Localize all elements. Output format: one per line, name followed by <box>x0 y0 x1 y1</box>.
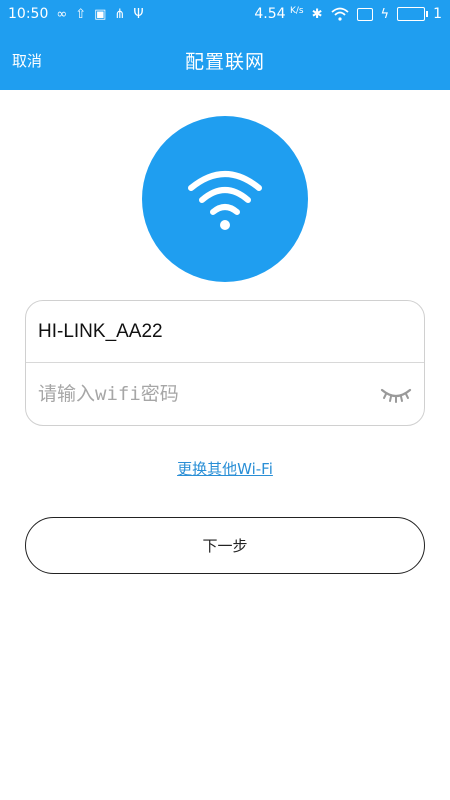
upload-icon: ⇧ <box>75 6 87 22</box>
nav-bar: 取消 配置联网 <box>0 40 450 80</box>
battery-level: 1 <box>433 6 442 22</box>
status-bar-left: 10:50 ∞ ⇧ ▣ ⋔ Ψ <box>8 6 144 22</box>
eye-closed-icon[interactable] <box>380 384 412 404</box>
status-time: 10:50 <box>8 6 49 22</box>
status-bar: 10:50 ∞ ⇧ ▣ ⋔ Ψ 4.54 K/s ✱ ϟ 1 <box>0 0 450 28</box>
status-bar-right: 4.54 K/s ✱ ϟ 1 <box>254 6 442 22</box>
ssid-field[interactable]: HI-LINK_AA22 <box>38 321 163 343</box>
screen-icon <box>356 7 373 21</box>
image-icon: ▣ <box>94 6 107 22</box>
infinity-icon: ∞ <box>56 6 68 22</box>
password-input[interactable] <box>38 374 372 414</box>
usb-icon: Ψ <box>133 6 144 22</box>
change-wifi-link[interactable]: 更换其他Wi-Fi <box>0 458 450 479</box>
wifi-icon <box>188 171 262 230</box>
battery-icon <box>397 7 429 21</box>
app-header: 10:50 ∞ ⇧ ▣ ⋔ Ψ 4.54 K/s ✱ ϟ 1 取消 配置联网 <box>0 0 450 90</box>
network-speed-unit: K/s <box>289 6 304 16</box>
charging-icon: ϟ <box>380 6 390 22</box>
share-icon: ⋔ <box>114 6 126 22</box>
password-row <box>26 363 424 425</box>
wifi-status-icon <box>330 7 349 21</box>
wifi-logo <box>142 116 308 282</box>
next-button[interactable]: 下一步 <box>25 517 425 574</box>
ssid-row[interactable]: HI-LINK_AA22 <box>26 301 424 363</box>
wifi-form: HI-LINK_AA22 <box>25 300 425 426</box>
bluetooth-icon: ✱ <box>311 6 323 22</box>
network-speed: 4.54 K/s <box>254 6 303 22</box>
network-speed-value: 4.54 <box>254 6 286 22</box>
cancel-button[interactable]: 取消 <box>12 50 42 71</box>
page-title: 配置联网 <box>184 50 265 73</box>
